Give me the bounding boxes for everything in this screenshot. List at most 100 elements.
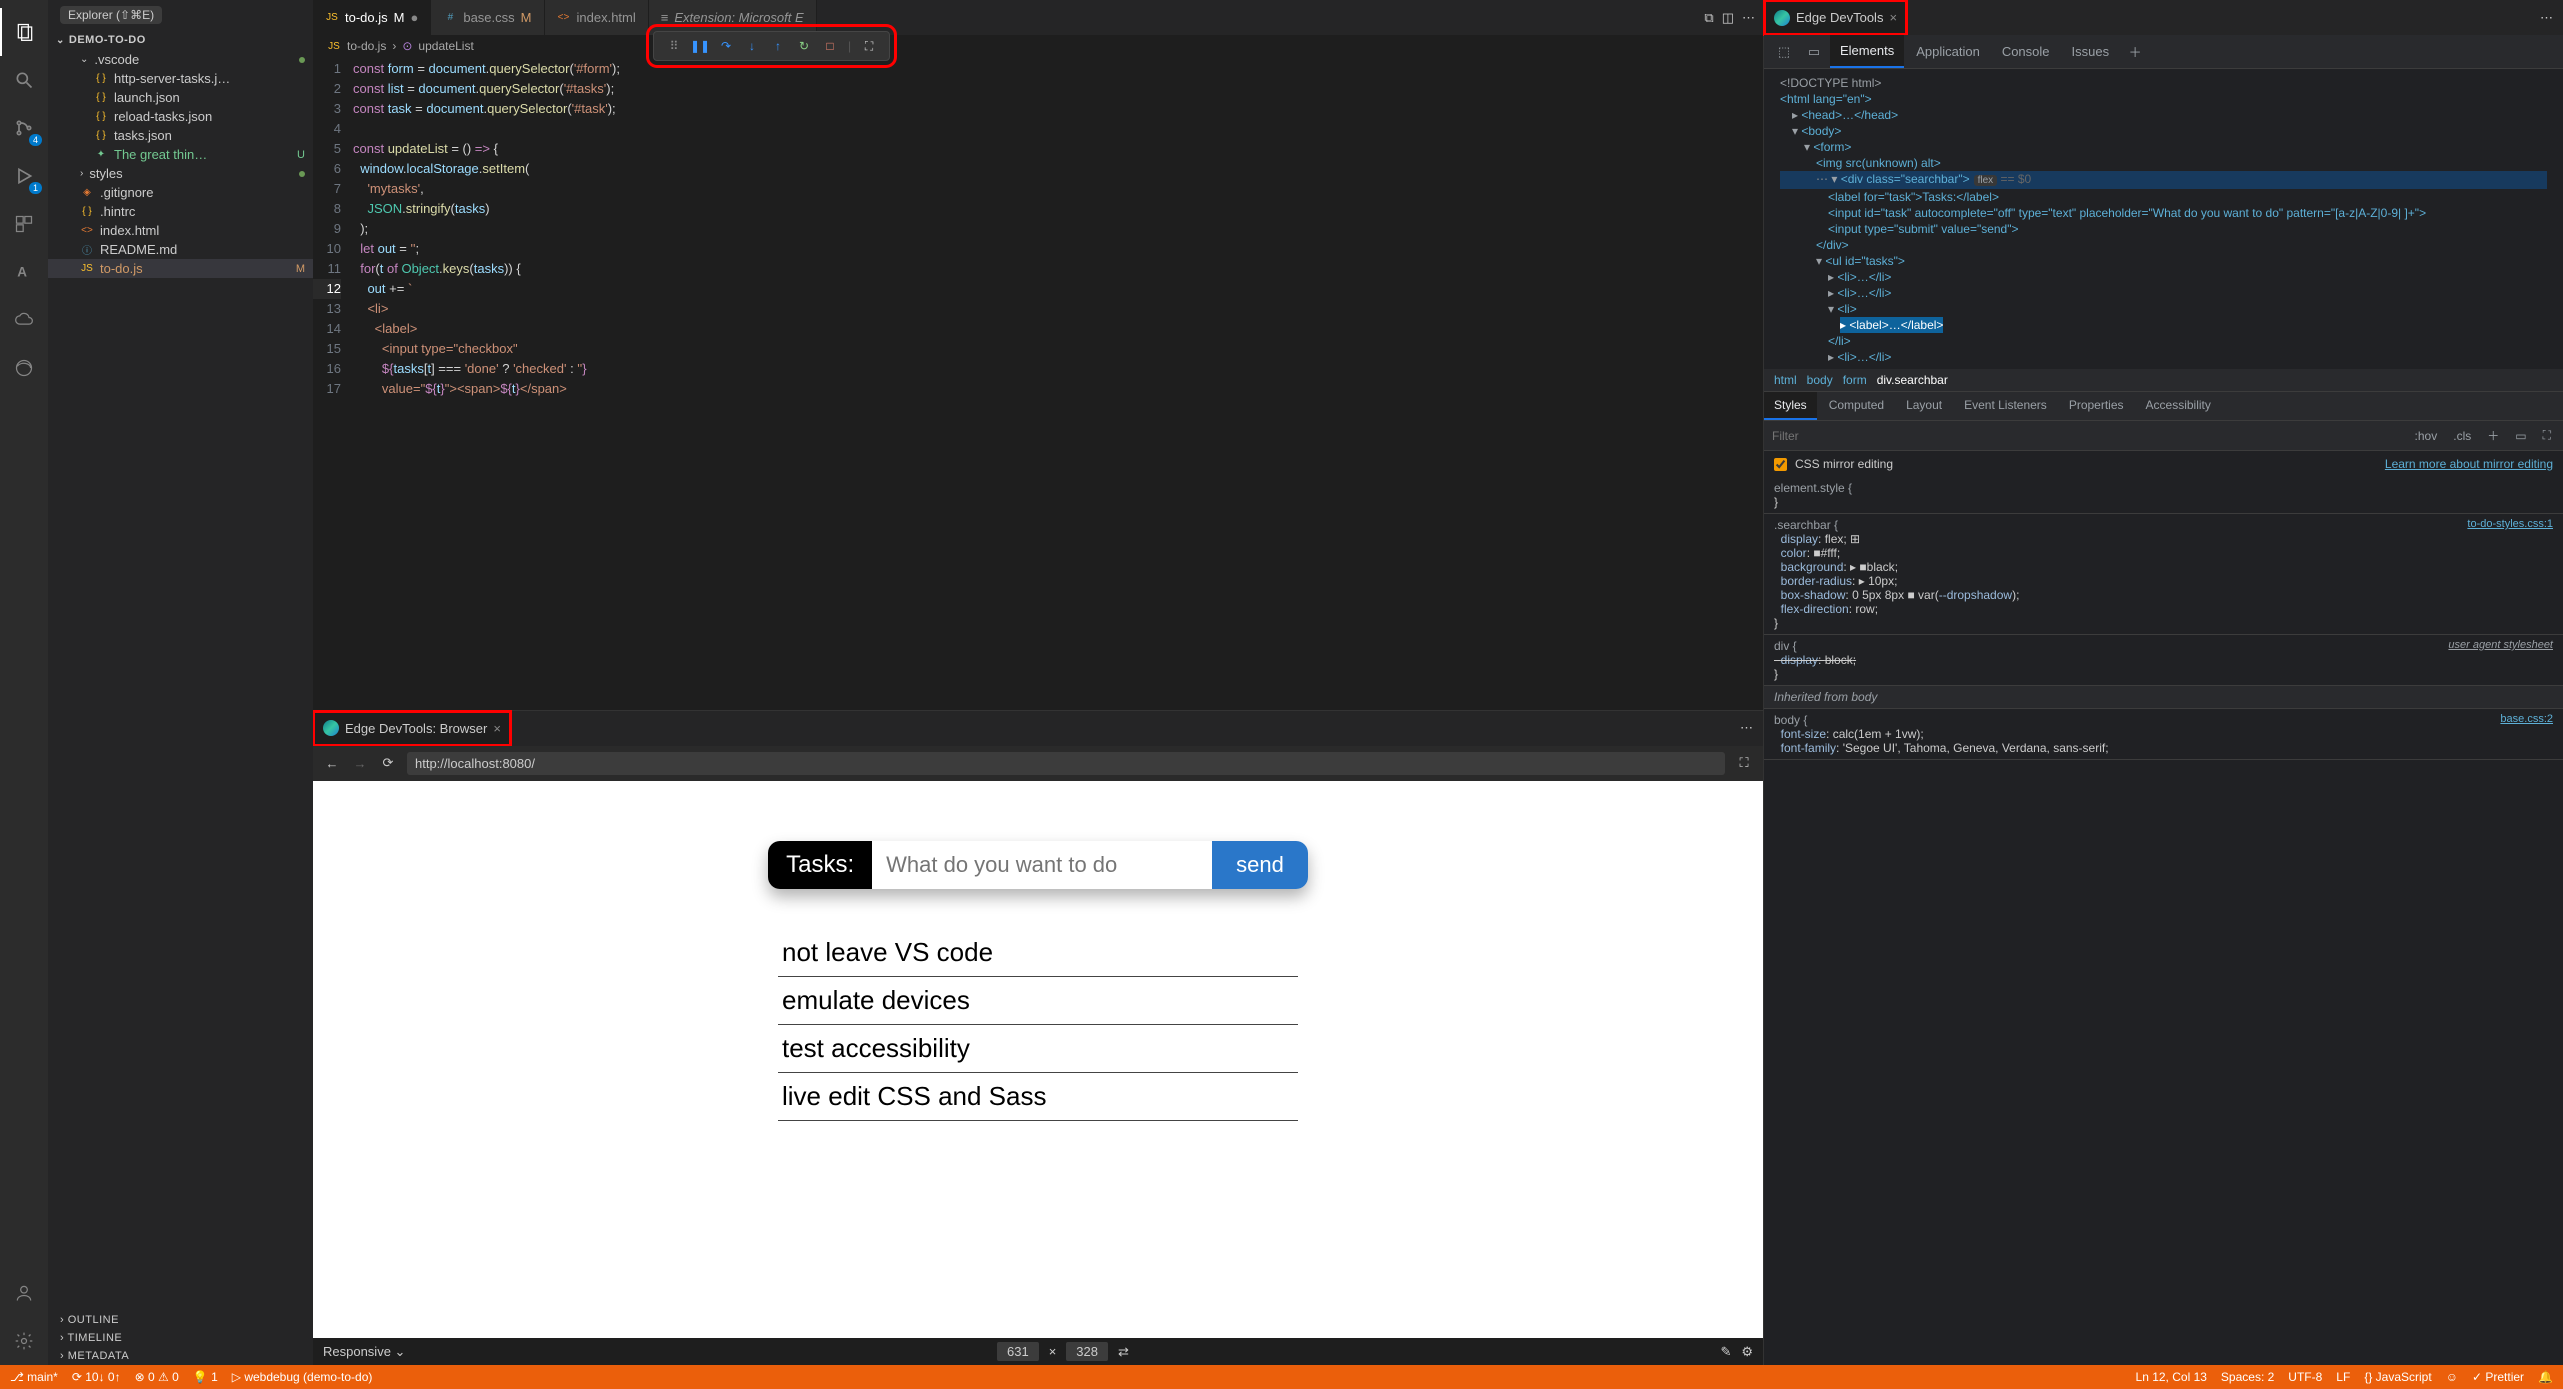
file-item[interactable]: { }tasks.json (48, 126, 313, 145)
dom-breadcrumb[interactable]: htmlbodyformdiv.searchbar (1764, 369, 2563, 391)
code-content[interactable]: const form = document.querySelector('#fo… (353, 57, 1763, 710)
eol-indicator[interactable]: LF (2336, 1370, 2350, 1384)
browser-viewport[interactable]: Tasks: send not leave VS code emulate de… (313, 781, 1763, 1338)
send-button[interactable]: send (1212, 841, 1308, 889)
styles-filter-input[interactable] (1772, 429, 2403, 443)
problems-indicator[interactable]: ⊗ 0 ⚠ 0 (135, 1370, 179, 1384)
folder-vscode[interactable]: ⌄.vscode (48, 50, 313, 69)
activity-extensions-icon[interactable] (0, 200, 48, 248)
cursor-position[interactable]: Ln 12, Col 13 (2136, 1370, 2207, 1384)
height-input[interactable]: 328 (1066, 1342, 1108, 1361)
settings-icon[interactable]: ⚙ (1741, 1344, 1753, 1360)
tab-accessibility[interactable]: Accessibility (2136, 392, 2221, 420)
list-item[interactable]: emulate devices (778, 977, 1298, 1025)
dom-tree[interactable]: <!DOCTYPE html> <html lang="en"> ▸ <head… (1764, 69, 2563, 369)
compare-icon[interactable]: ⧉ (1704, 10, 1713, 26)
tab-elements[interactable]: Elements (1830, 35, 1904, 68)
stop-icon[interactable]: □ (822, 38, 838, 54)
list-item[interactable]: not leave VS code (778, 929, 1298, 977)
timeline-section[interactable]: › TIMELINE (48, 1329, 313, 1347)
tab-styles[interactable]: Styles (1764, 392, 1817, 420)
activity-a-icon[interactable]: A (0, 248, 48, 296)
encoding-indicator[interactable]: UTF-8 (2288, 1370, 2322, 1384)
bell-icon[interactable]: 🔔 (2538, 1370, 2553, 1384)
activity-edge-icon[interactable] (0, 344, 48, 392)
indent-indicator[interactable]: Spaces: 2 (2221, 1370, 2274, 1384)
responsive-dropdown[interactable]: Responsive ⌄ (323, 1344, 405, 1360)
close-icon[interactable]: ● (410, 10, 418, 25)
tab-extension[interactable]: ≡Extension: Microsoft E (649, 0, 817, 35)
tab-layout[interactable]: Layout (1896, 392, 1952, 420)
width-input[interactable]: 631 (997, 1342, 1039, 1361)
mirror-checkbox[interactable] (1774, 458, 1787, 471)
file-item[interactable]: { }reload-tasks.json (48, 107, 313, 126)
sync-indicator[interactable]: ⟳ 10↓ 0↑ (72, 1370, 121, 1384)
source-link[interactable]: to-do-styles.css:1 (2467, 518, 2553, 530)
tab-application[interactable]: Application (1906, 35, 1990, 68)
screencast-icon[interactable]: ⛶ (861, 38, 877, 54)
screencast-icon[interactable]: ⛶ (1735, 755, 1753, 771)
close-icon[interactable]: × (493, 721, 501, 736)
step-into-icon[interactable]: ↓ (744, 38, 760, 54)
tab-console[interactable]: Console (1992, 35, 2060, 68)
more-icon[interactable]: ⋯ (2540, 10, 2553, 25)
activity-cloud-icon[interactable] (0, 296, 48, 344)
tab-index-html[interactable]: <>index.html (545, 0, 649, 35)
activity-search-icon[interactable] (0, 56, 48, 104)
branch-indicator[interactable]: ⎇ main* (10, 1370, 58, 1384)
drag-handle-icon[interactable]: ⠿ (666, 38, 682, 54)
url-bar[interactable]: http://localhost:8080/ (407, 752, 1725, 775)
devtools-tab[interactable]: Edge DevTools × (1764, 0, 1907, 35)
more-icon[interactable]: ⋯ (1740, 720, 1753, 735)
task-input[interactable] (872, 841, 1212, 889)
device-icon[interactable]: ▭ (1800, 35, 1828, 68)
language-indicator[interactable]: {} JavaScript (2364, 1370, 2431, 1384)
code-editor[interactable]: 1234567891011121314151617 const form = d… (313, 57, 1763, 710)
tab-properties[interactable]: Properties (2059, 392, 2134, 420)
hints-indicator[interactable]: 💡 1 (193, 1370, 218, 1384)
plus-icon[interactable]: ＋ (2121, 35, 2149, 68)
file-item[interactable]: ⓘREADME.md (48, 240, 313, 259)
tab-issues[interactable]: Issues (2062, 35, 2120, 68)
wand-icon[interactable]: ✎ (1720, 1344, 1731, 1360)
plus-icon[interactable]: ＋ (2483, 425, 2503, 446)
chevron-down-icon[interactable]: ⌄ (56, 35, 65, 46)
hov-button[interactable]: :hov (2411, 427, 2442, 445)
forward-icon[interactable]: → (351, 756, 369, 771)
split-icon[interactable]: ◫ (1722, 10, 1734, 26)
step-over-icon[interactable]: ↷ (718, 38, 734, 54)
expand-icon[interactable]: ⛶ (2539, 426, 2555, 445)
pause-icon[interactable]: ❚❚ (692, 38, 708, 54)
file-item[interactable]: { }.hintrc (48, 202, 313, 221)
mirror-link[interactable]: Learn more about mirror editing (2385, 457, 2553, 471)
css-rules[interactable]: element.style { } to-do-styles.css:1 .se… (1764, 477, 2563, 1365)
more-icon[interactable]: ⋯ (1742, 10, 1755, 26)
source-link[interactable]: base.css:2 (2500, 713, 2553, 725)
file-item[interactable]: ✦The great thin…U (48, 145, 313, 164)
back-icon[interactable]: ← (323, 756, 341, 771)
feedback-icon[interactable]: ☺ (2446, 1370, 2458, 1384)
tab-computed[interactable]: Computed (1819, 392, 1894, 420)
reload-icon[interactable]: ⟳ (379, 755, 397, 771)
debug-target[interactable]: ▷ webdebug (demo-to-do) (232, 1370, 373, 1384)
list-item[interactable]: test accessibility (778, 1025, 1298, 1073)
activity-account-icon[interactable] (0, 1269, 48, 1317)
folder-styles[interactable]: ›styles (48, 164, 313, 183)
outline-section[interactable]: › OUTLINE (48, 1311, 313, 1329)
step-out-icon[interactable]: ↑ (770, 38, 786, 54)
prettier-indicator[interactable]: ✓ Prettier (2472, 1370, 2524, 1384)
restart-icon[interactable]: ↻ (796, 38, 812, 54)
inspect-icon[interactable]: ⬚ (1770, 35, 1798, 68)
file-item[interactable]: ◈.gitignore (48, 183, 313, 202)
tab-base-css[interactable]: #base.cssM (431, 0, 544, 35)
file-item[interactable]: <>index.html (48, 221, 313, 240)
tab-listeners[interactable]: Event Listeners (1954, 392, 2057, 420)
metadata-section[interactable]: › METADATA (48, 1347, 313, 1365)
activity-debug-icon[interactable]: 1 (0, 152, 48, 200)
rotate-icon[interactable]: ⇄ (1118, 1344, 1129, 1360)
list-item[interactable]: live edit CSS and Sass (778, 1073, 1298, 1121)
device-icon[interactable]: ▭ (2511, 427, 2530, 445)
file-item[interactable]: { }http-server-tasks.j… (48, 69, 313, 88)
activity-explorer-icon[interactable] (0, 8, 48, 56)
close-icon[interactable]: × (1889, 10, 1897, 25)
